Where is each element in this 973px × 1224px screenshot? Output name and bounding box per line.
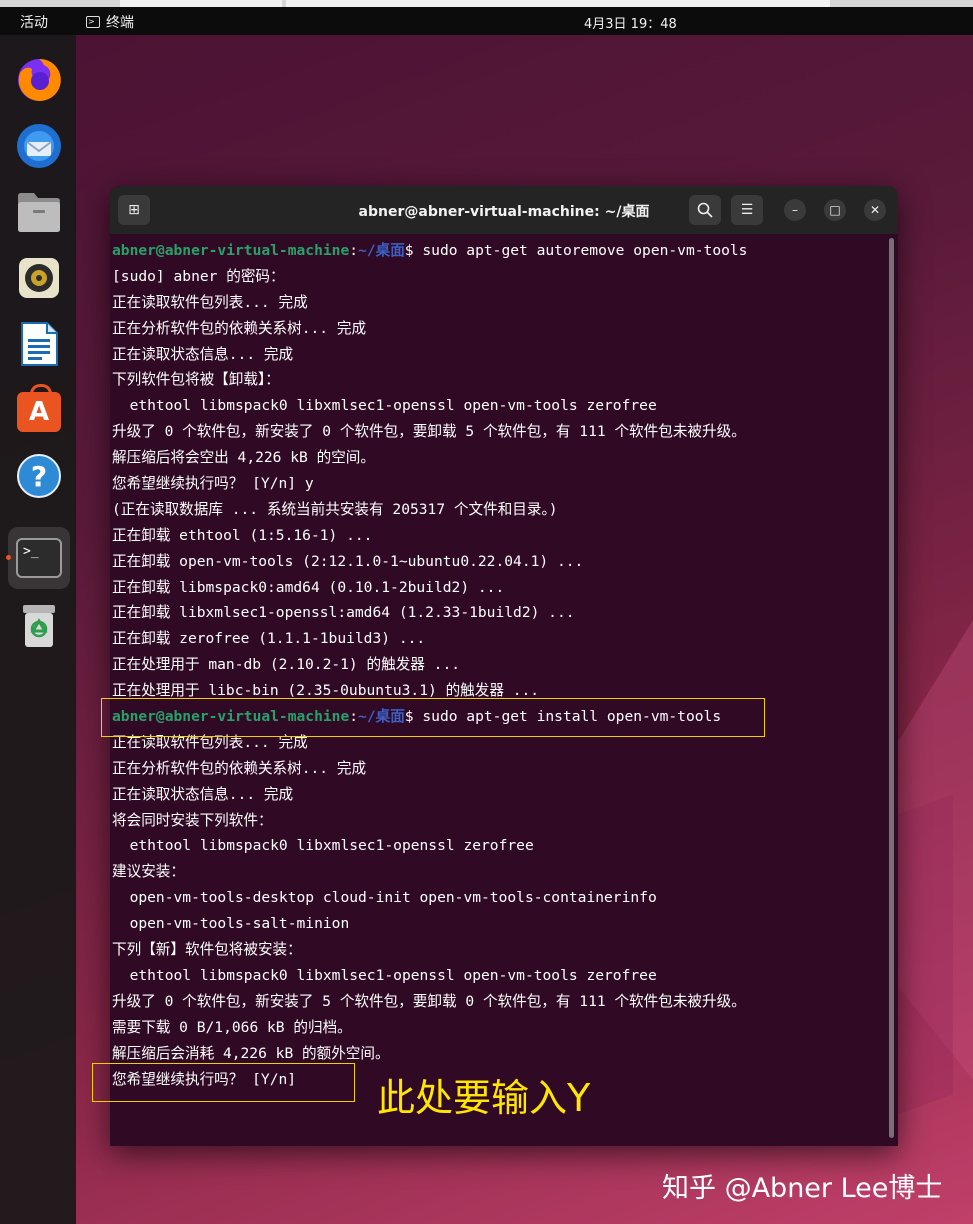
app-menu[interactable]: > 终端	[86, 12, 134, 32]
prompt-path: ~/桌面	[358, 242, 405, 259]
annotation-note: 此处要输入Y	[377, 1076, 591, 1120]
help-icon: ?	[17, 454, 61, 498]
dock-item-help[interactable]: ?	[14, 451, 64, 501]
dock-item-terminal[interactable]: >_	[8, 527, 70, 589]
top-bar: 活动 > 终端 4月3日 19：48	[0, 7, 973, 35]
dock: A ? >_	[0, 35, 76, 1224]
terminal-output-line: 建议安装：	[112, 863, 185, 881]
dock-item-trash[interactable]	[14, 601, 64, 651]
app-name: 终端	[106, 15, 134, 31]
prompt-separator: :	[349, 242, 359, 259]
terminal-icon: >	[86, 16, 100, 28]
minimize-button[interactable]: –	[784, 199, 806, 221]
terminal-output-line: ethtool libmspack0 libxmlsec1-openssl op…	[112, 397, 657, 415]
terminal-output-line: 正在处理用于 man-db (2.10.2-1) 的触发器 ...	[112, 656, 461, 674]
terminal-icon: >_	[16, 538, 62, 578]
terminal-output-line: 您希望继续执行吗？ [Y/n] y	[112, 475, 314, 493]
close-button[interactable]: ✕	[864, 199, 886, 221]
maximize-icon: □	[829, 203, 841, 217]
close-icon: ✕	[869, 203, 881, 217]
terminal-output-line: 正在读取状态信息... 完成	[112, 785, 294, 803]
menu-button[interactable]: ☰	[731, 195, 763, 225]
dock-item-rhythmbox[interactable]	[14, 253, 64, 303]
dock-item-thunderbird[interactable]	[14, 121, 64, 171]
terminal-output-line: 升级了 0 个软件包，新安装了 0 个软件包，要卸载 5 个软件包，有 111 …	[112, 423, 746, 441]
trash-icon	[23, 605, 55, 647]
terminal-output-line: (正在读取数据库 ... 系统当前共安装有 205317 个文件和目录。)	[112, 500, 558, 518]
dock-item-files[interactable]	[14, 187, 64, 237]
dock-item-firefox[interactable]	[14, 55, 64, 105]
scrollbar[interactable]	[889, 238, 894, 1138]
terminal-glyph: >_	[23, 544, 39, 559]
terminal-output-line: 正在卸载 libmspack0:amd64 (0.10.1-2build2) .…	[112, 578, 505, 596]
terminal-output-line: open-vm-tools-desktop cloud-init open-vm…	[112, 889, 657, 907]
thunderbird-icon	[17, 124, 61, 168]
terminal-output-line: open-vm-tools-salt-minion	[112, 915, 350, 933]
highlight-box-install-command	[101, 698, 765, 737]
libreoffice-writer-icon	[21, 322, 58, 366]
rhythmbox-icon	[19, 258, 59, 298]
files-icon	[18, 193, 60, 232]
window-top-strip	[0, 0, 973, 7]
highlight-box-confirm-prompt	[92, 1063, 355, 1102]
terminal-output-line: 正在分析软件包的依赖关系树... 完成	[112, 759, 367, 777]
watermark: 知乎 @Abner Lee博士	[662, 1173, 943, 1204]
terminal-output-line: 正在卸载 libxmlsec1-openssl:amd64 (1.2.33-1b…	[112, 604, 575, 622]
prompt-command: sudo apt-get autoremove open-vm-tools	[422, 242, 748, 259]
search-icon	[697, 202, 713, 218]
maximize-button[interactable]: □	[824, 199, 846, 221]
terminal-output-line: 正在分析软件包的依赖关系树... 完成	[112, 319, 367, 337]
terminal-window: ⊞ abner@abner-virtual-machine: ~/桌面 ☰ – …	[110, 186, 898, 1146]
window-header: ⊞ abner@abner-virtual-machine: ~/桌面 ☰ – …	[110, 186, 898, 234]
search-button[interactable]	[689, 195, 721, 225]
terminal-output-line: ethtool libmspack0 libxmlsec1-openssl ze…	[112, 837, 534, 855]
window-title: abner@abner-virtual-machine: ~/桌面	[358, 204, 650, 220]
terminal-output-line: 下列【新】软件包将被安装：	[112, 941, 302, 959]
hamburger-icon: ☰	[740, 202, 754, 218]
terminal-output-line: 正在卸载 zerofree (1.1.1-1build3) ...	[112, 630, 426, 648]
terminal-output-line: 正在读取软件包列表... 完成	[112, 293, 308, 311]
terminal-output-line: 下列软件包将被【卸载】：	[112, 371, 280, 389]
terminal-output[interactable]: abner@abner-virtual-machine:~/桌面$ sudo a…	[110, 234, 898, 1146]
activities-button[interactable]: 活动	[20, 12, 48, 32]
firefox-icon	[18, 58, 61, 101]
terminal-prompt-line: abner@abner-virtual-machine:~/桌面$ sudo a…	[112, 238, 898, 264]
terminal-output-line: 解压缩后将会空出 4,226 kB 的空间。	[112, 449, 375, 467]
help-glyph: ?	[30, 459, 48, 493]
app-center-icon: A	[17, 384, 61, 432]
terminal-output-line: 正在卸载 open-vm-tools (2:12.1.0-1~ubuntu0.2…	[112, 552, 584, 570]
terminal-output-line: 升级了 0 个软件包，新安装了 5 个软件包，要卸载 0 个软件包，有 111 …	[112, 992, 746, 1010]
prompt-user: abner@abner-virtual-machine	[112, 242, 350, 259]
app-center-glyph: A	[28, 397, 50, 427]
terminal-output-line: 正在读取状态信息... 完成	[112, 345, 294, 363]
terminal-output-line: 正在卸载 ethtool (1:5.16-1) ...	[112, 526, 373, 544]
clock[interactable]: 4月3日 19：48	[584, 13, 677, 32]
terminal-output-line: 需要下载 0 B/1,066 kB 的归档。	[112, 1018, 352, 1036]
minimize-icon: –	[792, 203, 798, 217]
dock-item-app-center[interactable]: A	[14, 384, 64, 435]
terminal-output-line: 将会同时安装下列软件：	[112, 811, 273, 829]
terminal-output-line: [sudo] abner 的密码：	[112, 267, 285, 285]
terminal-output-line: ethtool libmspack0 libxmlsec1-openssl op…	[112, 966, 657, 984]
dock-item-writer[interactable]	[14, 319, 64, 369]
running-indicator	[6, 555, 11, 560]
prompt-dollar: $	[404, 242, 423, 259]
